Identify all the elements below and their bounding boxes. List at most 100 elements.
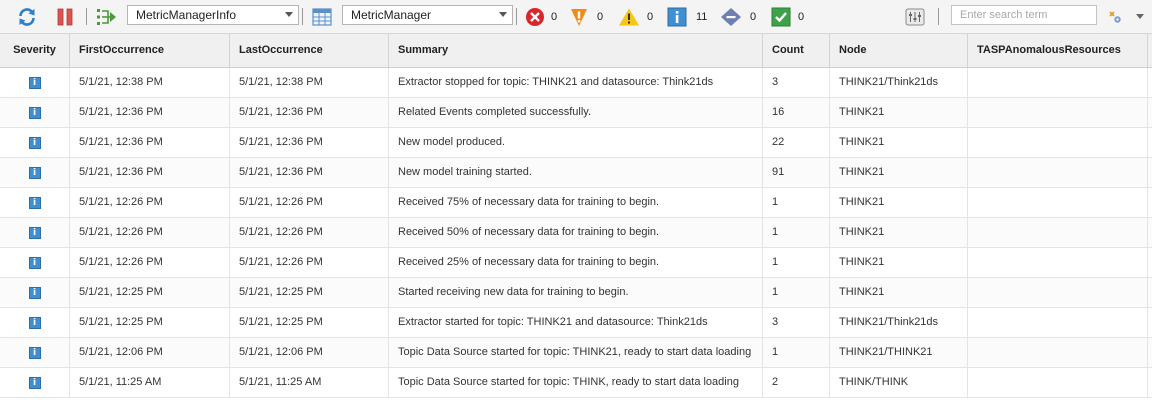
filler-cell — [1148, 308, 1152, 337]
filler-cell — [1148, 218, 1152, 247]
first-occurrence-cell: 5/1/21, 11:25 AM — [70, 368, 230, 397]
warning-filter-button[interactable] — [618, 0, 640, 33]
filler-cell — [1148, 368, 1152, 397]
filter-icon[interactable] — [95, 0, 117, 33]
severity-cell: i — [0, 278, 70, 307]
grid-header: Severity FirstOccurrence LastOccurrence Sum… — [0, 34, 1152, 68]
toolbar-divider — [86, 8, 87, 25]
severity-cell: i — [0, 368, 70, 397]
first-occurrence-cell: 5/1/21, 12:38 PM — [70, 68, 230, 97]
info-icon: i — [28, 376, 41, 389]
column-header-tasp-anomalous-resources[interactable]: TASPAnomalousResources — [968, 34, 1148, 67]
view-dropdown[interactable]: MetricManager — [342, 5, 513, 25]
summary-cell: Topic Data Source started for topic: THI… — [389, 338, 763, 367]
summary-cell: New model produced. — [389, 128, 763, 157]
severity-cell: i — [0, 98, 70, 127]
indeterminate-icon — [721, 7, 741, 26]
table-row[interactable]: i 5/1/21, 12:25 PM 5/1/21, 12:25 PM Started… — [0, 278, 1152, 308]
first-occurrence-cell: 5/1/21, 12:26 PM — [70, 218, 230, 247]
column-header-first-occurrence[interactable]: FirstOccurrence — [70, 34, 230, 67]
last-occurrence-cell: 5/1/21, 12:26 PM — [230, 218, 389, 247]
table-row[interactable]: i 5/1/21, 12:26 PM 5/1/21, 12:26 PM Receive… — [0, 218, 1152, 248]
tasp-anomalous-resources-cell — [968, 128, 1148, 157]
tasp-anomalous-resources-cell — [968, 98, 1148, 127]
indeterminate-count: 0 — [750, 10, 757, 23]
table-row[interactable]: i 5/1/21, 12:38 PM 5/1/21, 12:38 PM Extract… — [0, 68, 1152, 98]
info-icon: i — [28, 196, 41, 209]
severity-cell: i — [0, 188, 70, 217]
last-occurrence-cell: 5/1/21, 12:06 PM — [230, 338, 389, 367]
column-header-summary[interactable]: Summary — [389, 34, 763, 67]
clear-filter-button[interactable] — [771, 0, 791, 33]
tasp-anomalous-resources-cell — [968, 248, 1148, 277]
refresh-icon[interactable] — [17, 0, 37, 33]
column-header-node[interactable]: Node — [830, 34, 968, 67]
node-cell: THINK21 — [830, 248, 968, 277]
table-row[interactable]: i 5/1/21, 12:25 PM 5/1/21, 12:25 PM Extract… — [0, 308, 1152, 338]
tasp-anomalous-resources-cell — [968, 188, 1148, 217]
info-filter-button[interactable] — [667, 0, 687, 33]
severity-cell: i — [0, 158, 70, 187]
node-cell: THINK21/THINK21 — [830, 338, 968, 367]
count-cell: 1 — [763, 218, 830, 247]
node-cell: THINK21 — [830, 158, 968, 187]
table-row[interactable]: i 5/1/21, 12:26 PM 5/1/21, 12:26 PM Receive… — [0, 248, 1152, 278]
indeterminate-filter-button[interactable] — [720, 0, 742, 33]
table-row[interactable]: i 5/1/21, 12:06 PM 5/1/21, 12:06 PM Topic D… — [0, 338, 1152, 368]
column-settings-icon[interactable] — [905, 0, 925, 33]
pause-icon[interactable] — [57, 0, 73, 33]
tasp-anomalous-resources-cell — [968, 278, 1148, 307]
column-header-count[interactable]: Count — [763, 34, 830, 67]
count-cell: 2 — [763, 368, 830, 397]
filler-cell — [1148, 248, 1152, 277]
severity-cell: i — [0, 338, 70, 367]
search-input[interactable] — [951, 5, 1097, 25]
tasp-anomalous-resources-cell — [968, 368, 1148, 397]
last-occurrence-cell: 5/1/21, 12:26 PM — [230, 188, 389, 217]
count-cell: 3 — [763, 68, 830, 97]
chevron-down-icon — [285, 12, 293, 17]
last-occurrence-cell: 5/1/21, 12:38 PM — [230, 68, 389, 97]
view-dropdown-value: MetricManager — [351, 8, 432, 22]
table-row[interactable]: i 5/1/21, 12:36 PM 5/1/21, 12:36 PM New mod… — [0, 128, 1152, 158]
critical-count: 0 — [551, 10, 558, 23]
first-occurrence-cell: 5/1/21, 12:36 PM — [70, 128, 230, 157]
first-occurrence-cell: 5/1/21, 12:36 PM — [70, 98, 230, 127]
table-row[interactable]: i 5/1/21, 11:25 AM 5/1/21, 11:25 AM Topic D… — [0, 368, 1152, 398]
summary-cell: Related Events completed successfully. — [389, 98, 763, 127]
column-header-severity[interactable]: Severity — [0, 34, 70, 67]
column-header-last-occurrence[interactable]: LastOccurrence — [230, 34, 389, 67]
info-icon: i — [28, 76, 41, 89]
count-cell: 3 — [763, 308, 830, 337]
view-table-icon[interactable] — [312, 0, 332, 33]
tasp-anomalous-resources-cell — [968, 158, 1148, 187]
filler-cell — [1148, 128, 1152, 157]
filter-dropdown[interactable]: MetricManagerInfo — [127, 5, 299, 25]
severity-cell: i — [0, 218, 70, 247]
node-cell: THINK21 — [830, 98, 968, 127]
filler-cell — [1148, 278, 1152, 307]
first-occurrence-cell: 5/1/21, 12:25 PM — [70, 308, 230, 337]
summary-cell: Received 75% of necessary data for train… — [389, 188, 763, 217]
last-occurrence-cell: 5/1/21, 12:25 PM — [230, 308, 389, 337]
severity-cell: i — [0, 68, 70, 97]
critical-icon — [526, 7, 544, 26]
table-row[interactable]: i 5/1/21, 12:36 PM 5/1/21, 12:36 PM New mod… — [0, 158, 1152, 188]
node-cell: THINK21 — [830, 188, 968, 217]
table-row[interactable]: i 5/1/21, 12:26 PM 5/1/21, 12:26 PM Receive… — [0, 188, 1152, 218]
tasp-anomalous-resources-cell — [968, 308, 1148, 337]
event-grid: Severity FirstOccurrence LastOccurrence Sum… — [0, 34, 1152, 398]
severity-cell: i — [0, 128, 70, 157]
first-occurrence-cell: 5/1/21, 12:26 PM — [70, 248, 230, 277]
critical-filter-button[interactable] — [525, 0, 545, 33]
column-header-extra[interactable] — [1148, 34, 1152, 67]
grid-body: i 5/1/21, 12:38 PM 5/1/21, 12:38 PM Extract… — [0, 68, 1152, 398]
major-filter-button[interactable] — [569, 0, 589, 33]
node-cell: THINK21 — [830, 218, 968, 247]
summary-cell: Extractor stopped for topic: THINK21 and… — [389, 68, 763, 97]
info-icon — [667, 7, 687, 26]
chevron-down-icon[interactable] — [1136, 0, 1144, 33]
first-occurrence-cell: 5/1/21, 12:36 PM — [70, 158, 230, 187]
table-row[interactable]: i 5/1/21, 12:36 PM 5/1/21, 12:36 PM Related… — [0, 98, 1152, 128]
settings-menu-icon[interactable] — [1107, 0, 1123, 33]
